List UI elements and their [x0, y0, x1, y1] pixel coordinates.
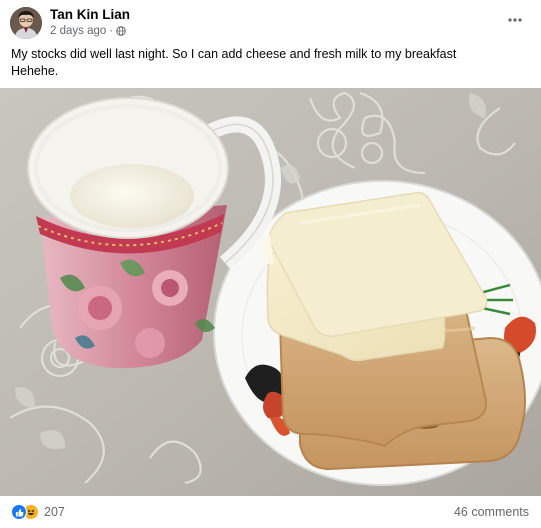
breakfast-photo — [0, 88, 541, 496]
post-text: My stocks did well last night. So I can … — [11, 46, 531, 79]
more-options-button[interactable] — [503, 10, 527, 30]
post-photo[interactable] — [0, 88, 541, 496]
author-avatar[interactable] — [10, 7, 42, 39]
post-timestamp[interactable]: 2 days ago — [50, 25, 106, 37]
comments-link[interactable]: 46 comments — [454, 505, 529, 519]
post-meta: 2 days ago · — [50, 25, 126, 37]
post-header: Tan Kin Lian 2 days ago · — [0, 0, 541, 42]
more-options-icon — [508, 18, 522, 22]
meta-separator: · — [109, 25, 114, 37]
reactions-summary[interactable]: 207 — [11, 504, 65, 520]
like-icon — [11, 504, 27, 520]
reaction-count: 207 — [44, 505, 65, 519]
post-text-line: My stocks did well last night. So I can … — [11, 47, 457, 61]
globe-icon[interactable] — [116, 26, 126, 36]
post-text-line: Hehehe. — [11, 63, 59, 78]
author-name[interactable]: Tan Kin Lian — [50, 7, 130, 22]
post-footer: 207 46 comments — [0, 496, 541, 528]
avatar-image — [10, 7, 42, 39]
